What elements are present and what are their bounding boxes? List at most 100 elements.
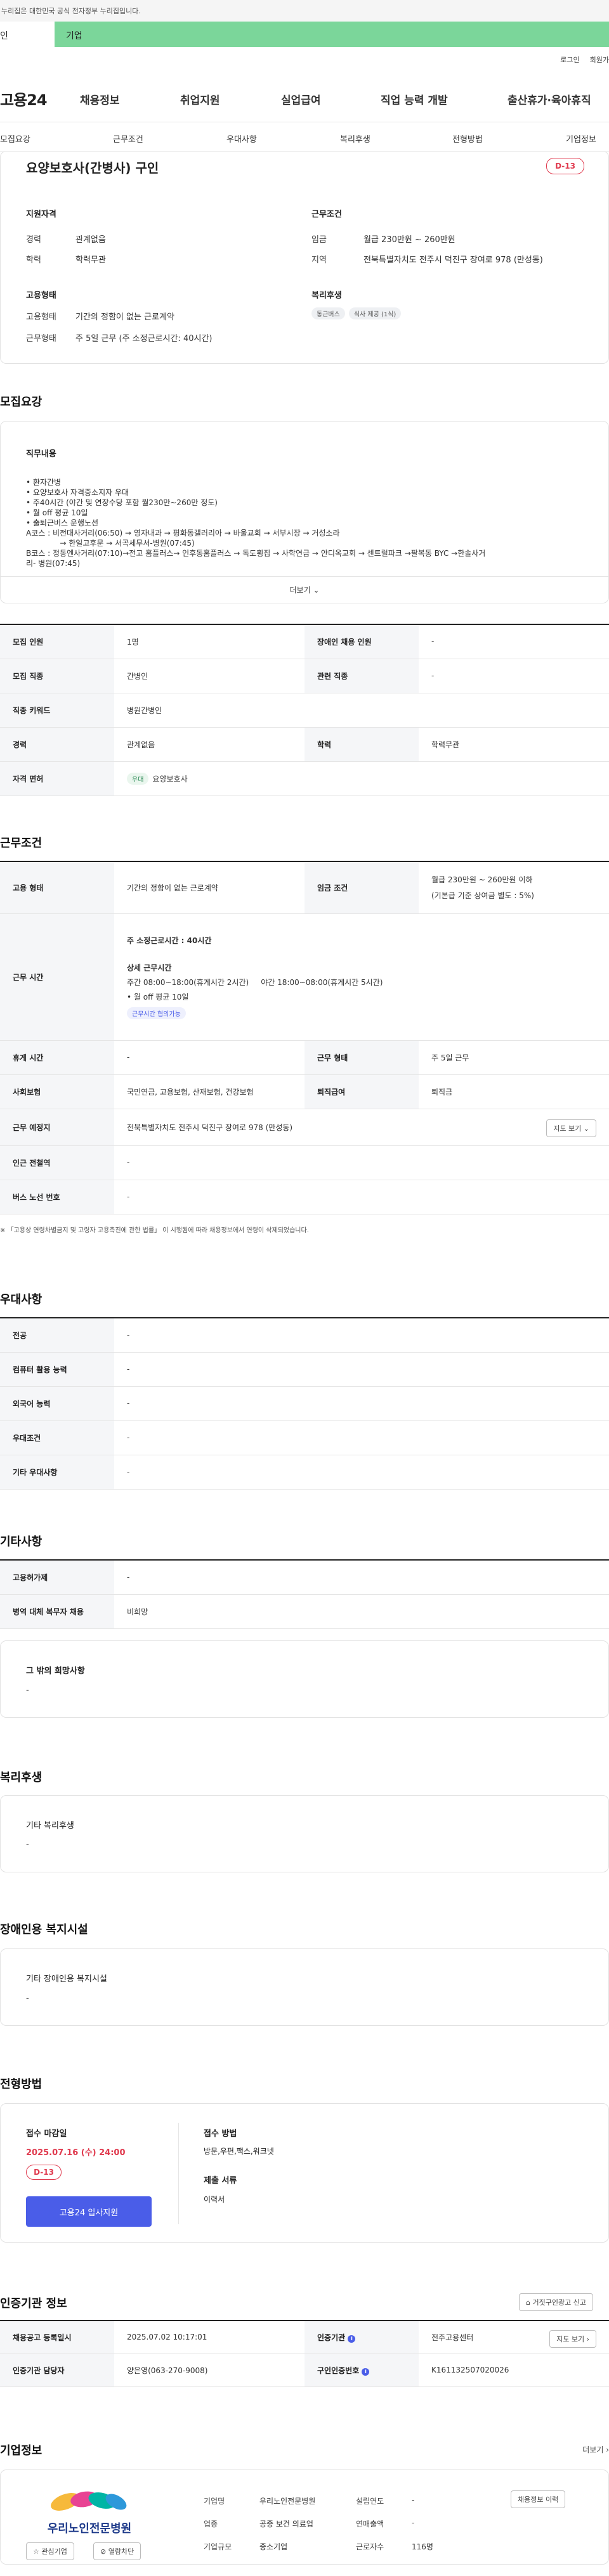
row-label: 인증기관	[317, 2333, 346, 2342]
star-icon: ☆	[33, 2547, 39, 2556]
work-table: 고용 형태 기간의 정함이 없는 근로계약 임금 조건 월급 230만원 ~ 260만…	[0, 861, 609, 1214]
duty-line: • 요양보호사 자격증소지자 우대	[26, 488, 129, 497]
row-label: 구인인증번호	[317, 2366, 360, 2375]
job-history-button[interactable]: 채용정보 이력	[511, 2490, 566, 2508]
row-label: 전공	[0, 1318, 114, 1353]
subnav-process[interactable]: 전형방법	[452, 132, 483, 145]
favorite-label: 관심기업	[41, 2547, 67, 2556]
deadline-title: 접수 마감일	[26, 2129, 67, 2139]
dday-badge: D-13	[546, 158, 584, 174]
gnb-item-jobs[interactable]: 채용정보	[80, 91, 120, 107]
disabled-value: -	[26, 1993, 29, 2003]
subnav-pref[interactable]: 우대사항	[226, 132, 257, 145]
gnb-item-training[interactable]: 직업 능력 개발	[381, 91, 448, 107]
chevron-right-icon: ›	[586, 2335, 589, 2343]
row-label: 관련 직종	[304, 659, 419, 693]
table-row: 사회보험 국민연금, 고용보험, 산재보험, 건강보험 퇴직급여 퇴직금	[0, 1074, 609, 1109]
table-row: 병역 대체 복무자 채용 비희망	[0, 1594, 609, 1629]
chevron-down-icon: ⌄	[313, 586, 320, 595]
table-row: 모집 직종 간병인 관련 직종 -	[0, 659, 609, 693]
gnb-item-employment-support[interactable]: 취업지원	[180, 91, 220, 107]
job-title: 요양보호사(간병사) 구인	[26, 160, 159, 176]
size-value: 중소기업	[259, 2542, 288, 2551]
row-label: 임금 조건	[304, 861, 419, 914]
join-link[interactable]: 회원가	[590, 56, 609, 64]
pref-table: 전공 - 컴퓨터 활용 능력 - 외국어 능력 - 우대조건 - 기타 우대사항 -	[0, 1317, 609, 1490]
subnav-recruit[interactable]: 모집요강	[0, 132, 30, 145]
etc-table: 고용허가제 - 병역 대체 복무자 채용 비희망	[0, 1559, 609, 1629]
welfare-tag: 통근버스	[311, 307, 345, 319]
company-name-label: 기업명	[204, 2497, 225, 2506]
subnav-company[interactable]: 기업정보	[566, 132, 596, 145]
table-row: 고용허가제 -	[0, 1560, 609, 1595]
row-value: -	[114, 1318, 609, 1353]
duty-line: → 한일고후문 → 서곡세무서-병원(07:45)	[26, 539, 195, 548]
industry-value: 공중 보건 의료업	[259, 2520, 313, 2528]
logo[interactable]: 고용24	[0, 87, 48, 110]
block-button[interactable]: ⊘ 열람차단	[93, 2542, 141, 2560]
row-value: -	[114, 1145, 609, 1180]
row-label: 우대조건	[0, 1420, 114, 1455]
apply-button[interactable]: 고용24 입사지원	[26, 2196, 152, 2227]
table-row: 직종 키워드 병원간병인	[0, 693, 609, 728]
section-title-pref: 우대사항	[0, 1293, 43, 1306]
block-icon: ⊘	[100, 2547, 107, 2556]
favorite-button[interactable]: ☆ 관심기업	[26, 2542, 74, 2560]
tab-personal[interactable]: 인	[0, 22, 55, 47]
duty-title: 직무내용	[26, 449, 56, 459]
more-button[interactable]: 더보기 ⌄	[1, 576, 608, 603]
company-box: 우리노인전문병원 ☆ 관심기업 ⊘ 열람차단 기업명 우리노인전문병원 설립연도…	[0, 2470, 609, 2565]
row-value: 요양보호사	[152, 774, 188, 783]
row-value: 전북특별자치도 전주시 덕진구 장여로 978 (만성동)	[127, 1123, 293, 1132]
section-title-recruit: 모집요강	[0, 396, 43, 409]
row-label: 고용허가제	[0, 1560, 114, 1595]
chevron-down-icon: ⌄	[583, 1124, 589, 1133]
welfare-tag: 식사 제공 (1식)	[348, 307, 402, 319]
gov-notice-strip: 누리집은 대한민국 공식 전자정부 누리집입니다.	[0, 0, 609, 22]
cert-table: 채용공고 등록일시 2025.07.02 10:17:01 인증기관 i 전주고용센터…	[0, 2320, 609, 2387]
row-value: 비희망	[114, 1594, 609, 1629]
table-row: 채용공고 등록일시 2025.07.02 10:17:01 인증기관 i 전주고용센터…	[0, 2321, 609, 2354]
welfare-title: 복리후생	[311, 291, 342, 300]
login-link[interactable]: 로그인	[560, 56, 579, 64]
wage-note: (기본급 기준 상여금 별도 : 5%)	[431, 891, 534, 901]
year-value: -	[412, 2496, 415, 2504]
table-row: 우대조건 -	[0, 1420, 609, 1455]
docs-title: 제출 서류	[204, 2176, 237, 2186]
career-value: 관계없음	[75, 235, 106, 245]
duty-line: • 월 off 평균 10일	[26, 508, 88, 517]
gnb-item-parental-leave[interactable]: 출산휴가·육아휴직	[508, 91, 591, 107]
method-value: 방문,우편,팩스,워크넷	[204, 2147, 274, 2156]
dday-badge: D-13	[26, 2165, 62, 2180]
row-label: 장애인 채용 인원	[304, 624, 419, 659]
row-value: -	[114, 1560, 609, 1595]
gnb-item-unemployment[interactable]: 실업급여	[281, 91, 321, 107]
row-label: 모집 인원	[0, 624, 114, 659]
info-icon[interactable]: i	[348, 2334, 356, 2343]
row-value: 관계없음	[114, 727, 304, 762]
row-value: -	[114, 1180, 609, 1214]
tab-company[interactable]: 기업	[55, 22, 609, 47]
industry-label: 업종	[204, 2520, 218, 2528]
region-value: 전북특별자치도 전주시 덕진구 장여로 978 (만성동)	[363, 255, 543, 265]
table-row: 인증기관 담당자 양은영(063-270-9008) 구인인증번호 i K161132…	[0, 2354, 609, 2387]
row-label: 채용공고 등록일시	[0, 2321, 114, 2354]
row-value: 양은영(063-270-9008)	[114, 2354, 304, 2387]
section-title-disabled: 장애인용 복지시설	[0, 1923, 88, 1936]
block-label: 열람차단	[108, 2547, 134, 2556]
section-title-company: 기업정보	[0, 2444, 43, 2457]
map-button[interactable]: 지도 보기 ›	[549, 2330, 596, 2348]
map-button[interactable]: 지도 보기 ⌄	[546, 1119, 596, 1137]
subnav-benefit[interactable]: 복리후생	[340, 132, 370, 145]
subnav-work[interactable]: 근무조건	[113, 132, 143, 145]
sales-label: 연매출액	[356, 2520, 384, 2528]
row-label: 퇴직급여	[304, 1074, 419, 1109]
company-more-link[interactable]: 더보기 ›	[582, 2444, 609, 2455]
row-value: 2025.07.02 10:17:01	[114, 2321, 304, 2354]
report-button[interactable]: ⌂ 거짓구인광고 신고	[519, 2293, 593, 2311]
duty-line: B코스 : 정동엔사거리(07:10)→전고 홈플러스→ 인후동홈플러스 → 독…	[26, 549, 486, 558]
info-icon[interactable]: i	[362, 2367, 370, 2376]
hours-main-label: 주 소정근로시간	[127, 936, 179, 945]
worktype-value: 주 5일 근무 (주 소정근로시간: 40시간)	[75, 334, 213, 344]
duty-line: • 출퇴근버스 운행노선	[26, 518, 99, 527]
